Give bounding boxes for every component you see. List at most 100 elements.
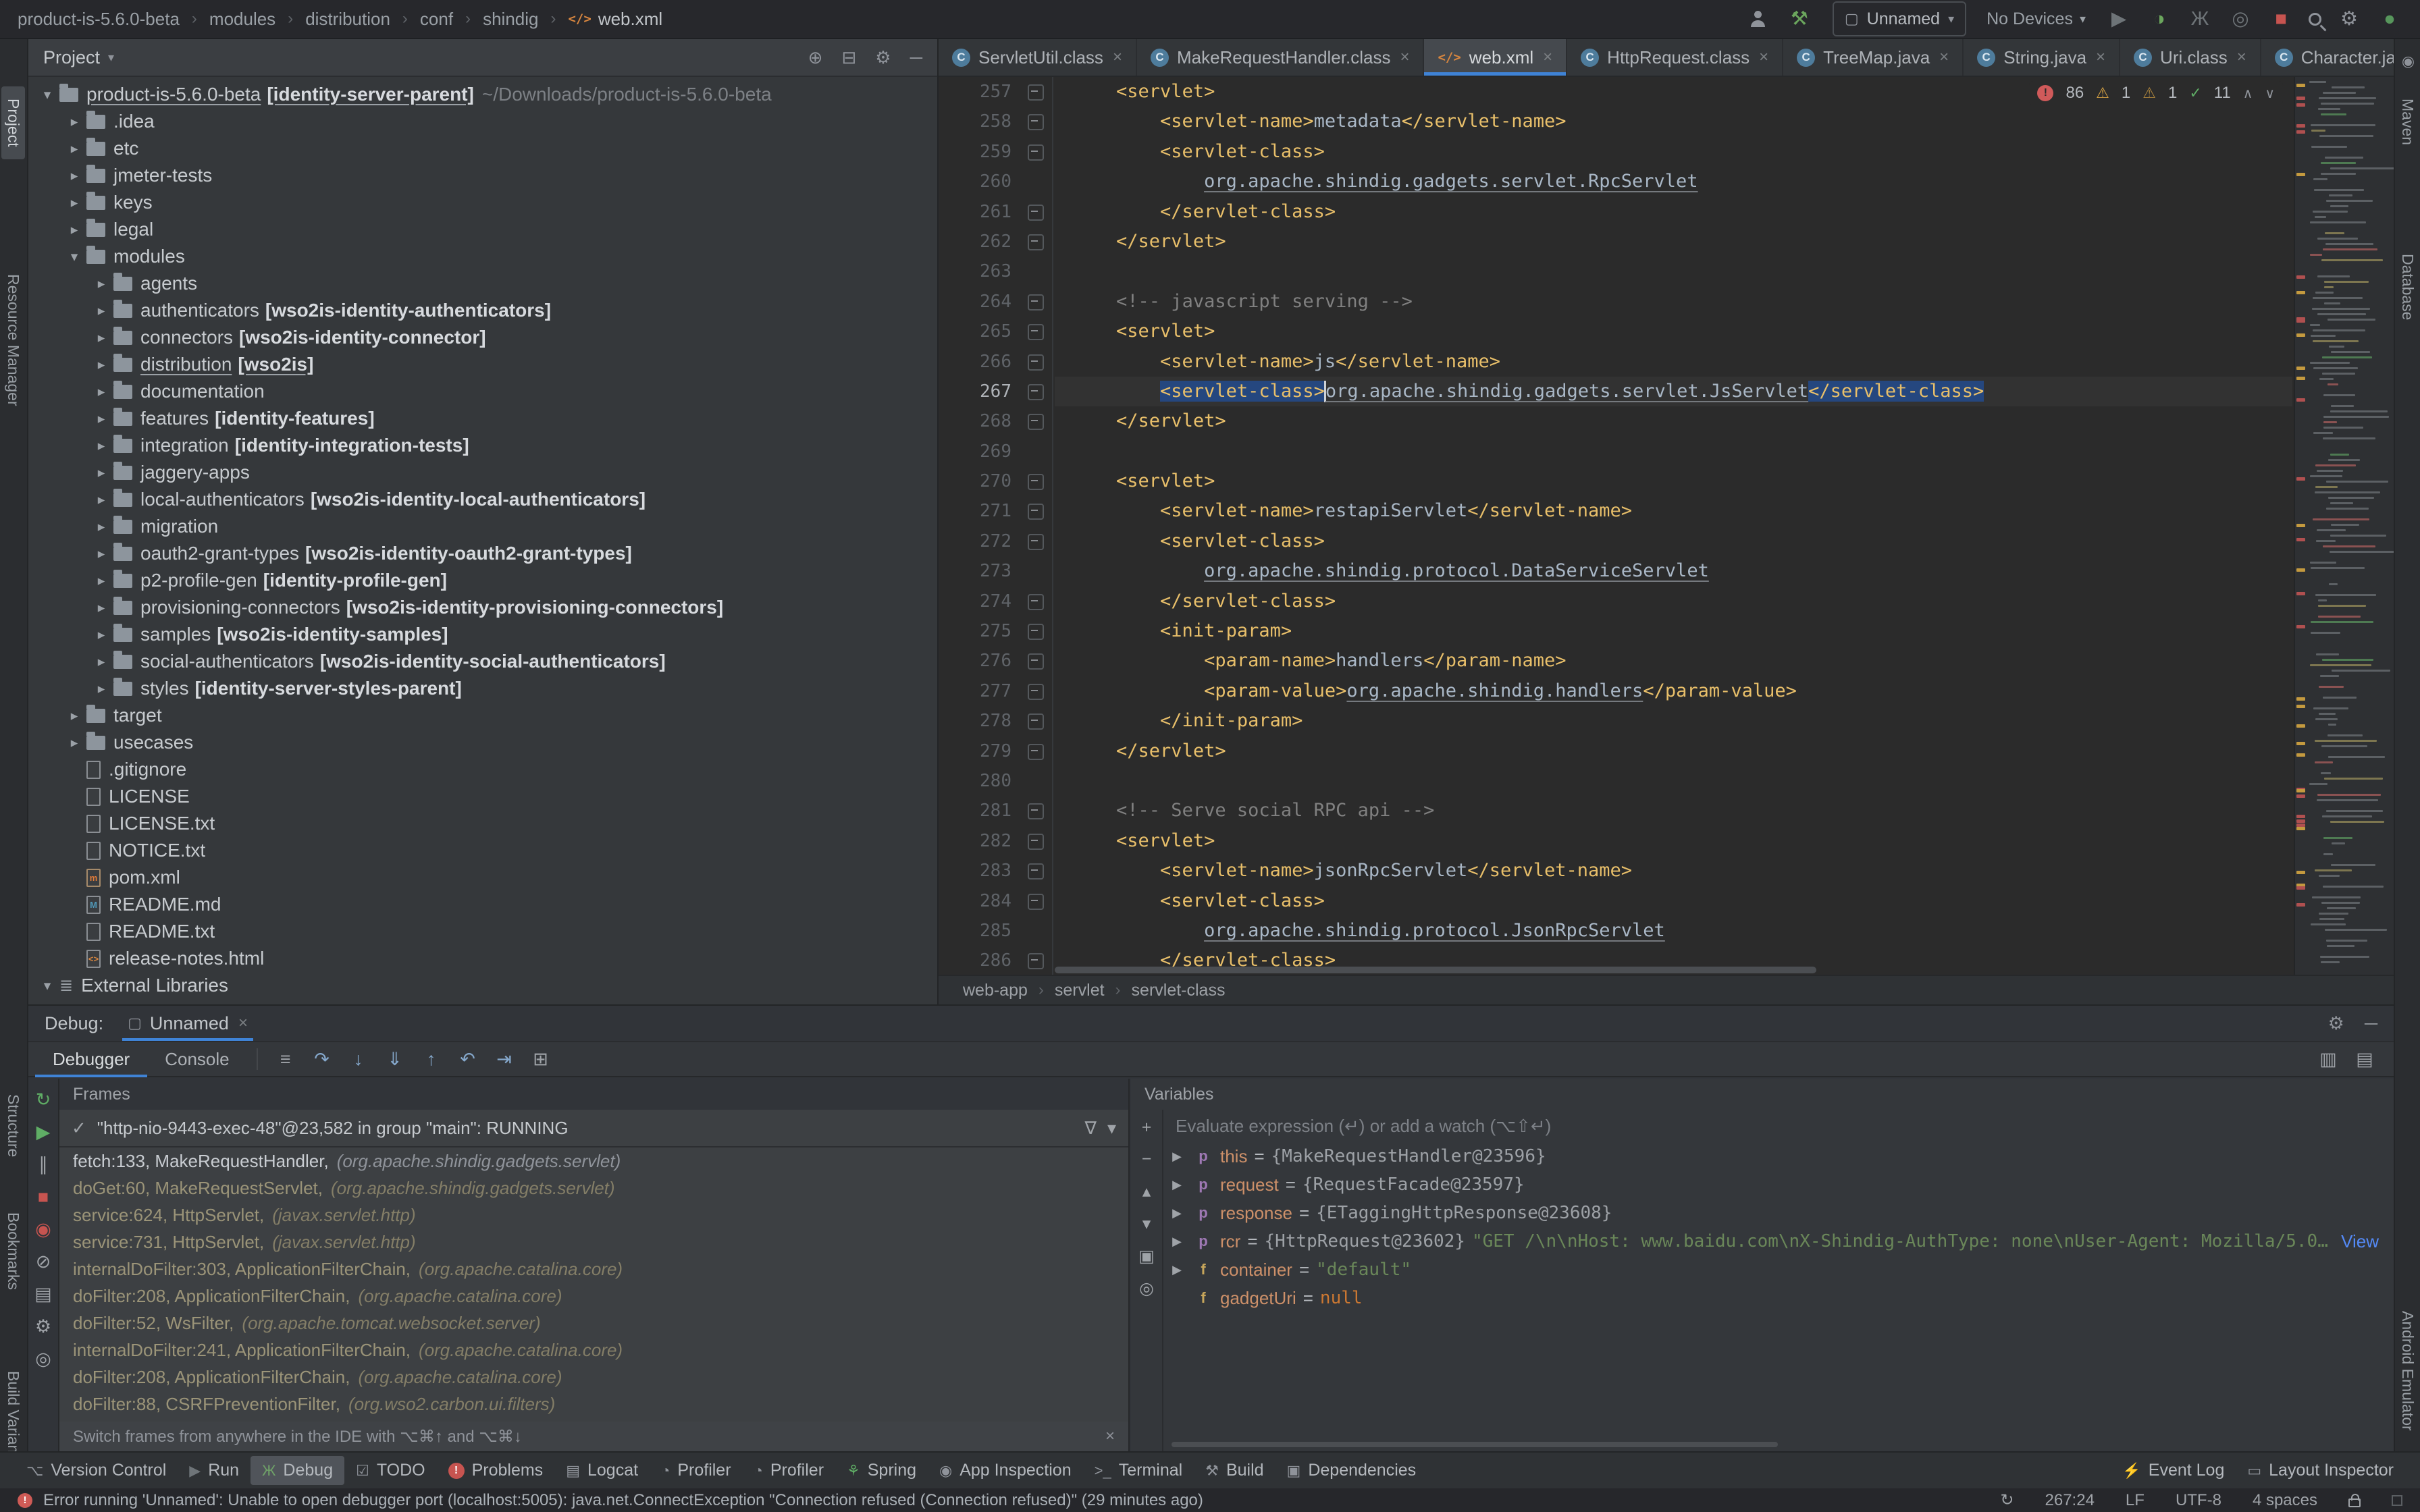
stack-frame[interactable]: fetch:133, MakeRequestHandler,(org.apach… <box>59 1148 1128 1174</box>
variable-row[interactable]: ▶prequest={RequestFacade@23597} <box>1163 1170 2394 1199</box>
tree-chevron-icon[interactable]: ▸ <box>62 221 86 238</box>
search-icon[interactable] <box>2309 13 2321 26</box>
tree-chevron-icon[interactable]: ▸ <box>89 410 113 427</box>
code-with-me-icon[interactable] <box>1750 11 1766 27</box>
code-line[interactable]: <servlet-class>org.apache.shindig.gadget… <box>1055 377 2292 406</box>
threads-icon[interactable]: ≡ <box>267 1049 304 1070</box>
editor-tab[interactable]: CTreeMap.java× <box>1783 39 1964 76</box>
tree-row[interactable]: ▸provisioning-connectors[wso2is-identity… <box>28 594 937 621</box>
collapse-all-icon[interactable]: ⊟ <box>841 47 856 68</box>
fold-marker[interactable] <box>1020 826 1052 856</box>
variable-row[interactable]: ▶presponse={ETaggingHttpResponse@23608} <box>1163 1199 2394 1227</box>
line-number[interactable]: 264 <box>939 287 1020 317</box>
line-number[interactable]: 281 <box>939 796 1020 826</box>
scrollbar-thumb[interactable] <box>1055 967 1816 973</box>
line-number[interactable]: 257 <box>939 77 1020 107</box>
next-problem-icon[interactable]: ∨ <box>2265 85 2275 102</box>
hide-panel-icon[interactable]: ─ <box>910 47 922 68</box>
close-icon[interactable]: × <box>1113 48 1122 67</box>
code-line[interactable] <box>1055 766 2292 796</box>
code-line[interactable]: </servlet> <box>1055 227 2292 256</box>
code-line[interactable]: <servlet-class> <box>1055 526 2292 556</box>
tree-chevron-icon[interactable]: ▸ <box>89 275 113 292</box>
tree-row[interactable]: ▸p2-profile-gen[identity-profile-gen] <box>28 567 937 594</box>
line-number[interactable]: 273 <box>939 556 1020 586</box>
file-encoding[interactable]: UTF-8 <box>2176 1491 2221 1510</box>
force-step-into-icon[interactable]: ⇓ <box>377 1049 413 1070</box>
breadcrumb-item[interactable]: </>web.xml <box>568 9 662 30</box>
line-number[interactable]: 263 <box>939 256 1020 286</box>
caret-position[interactable]: 267:24 <box>2045 1491 2095 1510</box>
tree-row[interactable]: ▸samples[wso2is-identity-samples] <box>28 621 937 648</box>
code-line[interactable]: <servlet> <box>1055 317 2292 346</box>
resume-icon[interactable]: ▶ <box>36 1122 51 1143</box>
code-line[interactable]: <param-name>handlers</param-name> <box>1055 646 2292 676</box>
run-to-cursor-icon[interactable]: ⇥ <box>486 1049 523 1070</box>
tree-row[interactable]: ▸agents <box>28 270 937 297</box>
line-number[interactable]: 286 <box>939 946 1020 975</box>
toolwindow-button-logcat[interactable]: ▤Logcat <box>554 1456 650 1485</box>
code-line[interactable]: <servlet-class> <box>1055 137 2292 167</box>
editor-tab[interactable]: CMakeRequestHandler.class× <box>1137 39 1425 76</box>
tree-chevron-icon[interactable]: ▸ <box>62 707 86 724</box>
fold-marker[interactable] <box>1020 77 1052 107</box>
breadcrumb-item[interactable]: distribution <box>305 9 390 30</box>
close-icon[interactable]: × <box>2237 48 2246 67</box>
tree-chevron-icon[interactable]: ▸ <box>89 626 113 643</box>
restore-layout-icon[interactable]: ▤ <box>2346 1049 2383 1070</box>
sidebar-item-database[interactable]: Database <box>2396 242 2419 332</box>
code-line[interactable]: <!-- Serve social RPC api --> <box>1055 796 2292 826</box>
thread-selector[interactable]: ✓ "http-nio-9443-exec-48"@23,582 in grou… <box>59 1110 1128 1148</box>
settings-icon[interactable]: ⚙ <box>35 1316 51 1337</box>
code-line[interactable]: </init-param> <box>1055 706 2292 736</box>
step-out-icon[interactable]: ↑ <box>413 1049 450 1070</box>
fold-marker[interactable] <box>1020 616 1052 646</box>
toolwindow-button-event-log[interactable]: ⚡Event Log <box>2111 1456 2236 1485</box>
tree-chevron-icon[interactable]: ▸ <box>89 680 113 697</box>
toolwindow-button-build[interactable]: ⚒Build <box>1194 1456 1275 1485</box>
tree-chevron-icon[interactable]: ▸ <box>62 113 86 130</box>
hide-panel-icon[interactable]: ─ <box>2365 1013 2377 1034</box>
horizontal-scrollbar[interactable] <box>1055 967 2283 973</box>
tree-row[interactable]: ▸styles[identity-server-styles-parent] <box>28 675 937 702</box>
code-line[interactable]: <!-- javascript serving --> <box>1055 287 2292 317</box>
code-line[interactable]: </servlet-class> <box>1055 197 2292 227</box>
tree-chevron-icon[interactable]: ▸ <box>89 437 113 454</box>
toolwindow-button-layout-inspector[interactable]: ▭Layout Inspector <box>2236 1456 2405 1485</box>
code-line[interactable]: <servlet> <box>1055 826 2292 856</box>
tree-row[interactable]: ▸oauth2-grant-types[wso2is-identity-oaut… <box>28 540 937 567</box>
close-icon[interactable]: × <box>1543 48 1552 67</box>
fold-marker[interactable] <box>1020 886 1052 916</box>
fold-marker[interactable] <box>1020 676 1052 706</box>
variable-row[interactable]: ▶fcontainer="default" <box>1163 1256 2394 1284</box>
line-number[interactable]: 274 <box>939 587 1020 616</box>
coverage-icon[interactable]: ◎ <box>2228 6 2253 32</box>
line-number[interactable]: 276 <box>939 646 1020 676</box>
code-line[interactable]: <servlet> <box>1055 466 2292 496</box>
run-config-selector[interactable]: ▢ Unnamed ▾ <box>1833 1 1966 36</box>
tree-row[interactable]: MREADME.md <box>28 891 937 918</box>
tab-debugger[interactable]: Debugger <box>35 1042 147 1076</box>
fold-marker[interactable] <box>1020 137 1052 167</box>
step-over-icon[interactable]: ↷ <box>304 1049 340 1070</box>
locate-file-icon[interactable]: ⊕ <box>808 47 823 68</box>
tree-row[interactable]: ▸keys <box>28 189 937 216</box>
code-line[interactable]: <servlet-name>jsonRpcServlet</servlet-na… <box>1055 856 2292 886</box>
tree-chevron-icon[interactable]: ▾ <box>35 86 59 103</box>
toolwindow-button-spring[interactable]: ⚘Spring <box>835 1456 928 1485</box>
tree-chevron-icon[interactable]: ▸ <box>89 653 113 670</box>
code-line[interactable] <box>1055 437 2292 466</box>
tree-row[interactable]: ▸local-authenticators[wso2is-identity-lo… <box>28 486 937 513</box>
line-number[interactable]: 271 <box>939 496 1020 526</box>
code-line[interactable]: org.apache.shindig.protocol.JsonRpcServl… <box>1055 916 2292 946</box>
tree-chevron-icon[interactable]: ▸ <box>89 518 113 535</box>
fold-marker[interactable] <box>1020 946 1052 975</box>
tree-row[interactable]: ▸integration[identity-integration-tests] <box>28 432 937 459</box>
settings-icon[interactable]: ⚙ <box>2336 6 2362 32</box>
line-number[interactable]: 272 <box>939 526 1020 556</box>
lock-icon[interactable] <box>2348 1498 2361 1507</box>
watch-icon[interactable]: ◎ <box>1139 1278 1154 1299</box>
fold-marker[interactable] <box>1020 107 1052 136</box>
toolwindow-button-dependencies[interactable]: ▣Dependencies <box>1275 1456 1428 1485</box>
breadcrumb-item[interactable]: product-is-5.6.0-beta <box>18 9 180 30</box>
